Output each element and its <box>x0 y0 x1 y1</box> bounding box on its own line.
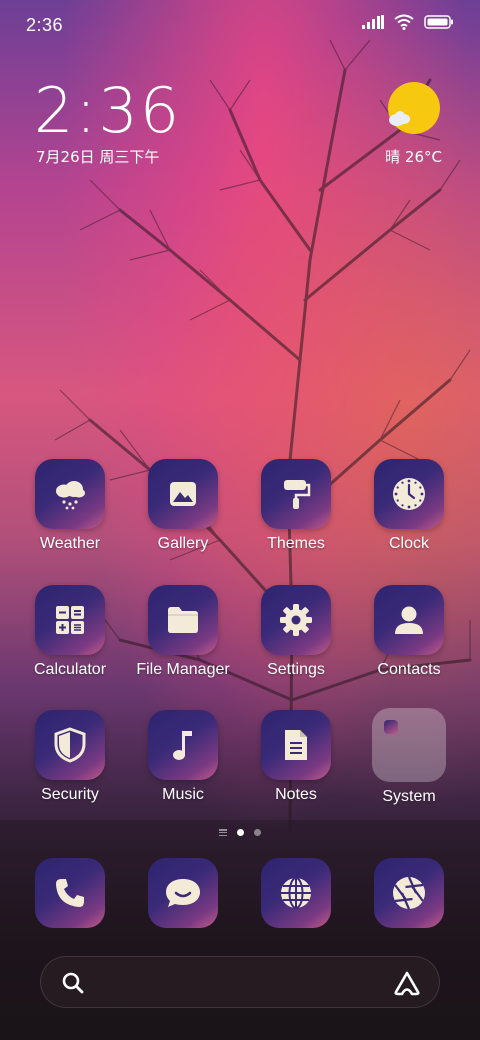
app-notes[interactable]: Notes <box>241 710 351 804</box>
calculator-icon <box>56 606 84 634</box>
shield-icon <box>54 727 86 763</box>
app-label: Music <box>162 786 204 803</box>
app-icon-tile[interactable] <box>374 459 444 529</box>
app-music[interactable]: Music <box>128 710 238 804</box>
app-icon-tile[interactable] <box>148 710 218 780</box>
app-label: Calculator <box>33 661 107 678</box>
page-dot-active <box>237 829 244 836</box>
note-icon <box>285 730 307 760</box>
contact-icon <box>395 606 423 634</box>
folder-mini-app-icon <box>384 720 398 734</box>
dock-browser[interactable] <box>261 858 331 928</box>
app-settings[interactable]: Settings <box>241 585 351 679</box>
app-themes[interactable]: Themes <box>241 459 351 553</box>
folder-icon <box>168 607 198 633</box>
page-dot <box>254 829 261 836</box>
camera-aperture-icon <box>393 876 425 910</box>
app-security[interactable]: Security <box>15 710 125 804</box>
app-icon-tile[interactable] <box>35 585 105 655</box>
app-icon-tile[interactable] <box>261 585 331 655</box>
app-label: Notes <box>275 786 317 803</box>
wifi-icon <box>394 14 414 30</box>
status-time: 2:36 <box>26 15 64 35</box>
gallery-icon <box>170 482 196 506</box>
assistant-icon[interactable] <box>393 970 421 996</box>
weather-widget[interactable] <box>384 82 444 134</box>
battery-icon <box>424 15 453 29</box>
app-icon-tile[interactable] <box>148 585 218 655</box>
app-icon-tile[interactable] <box>374 585 444 655</box>
clock-widget-date[interactable]: 7月26日 周三下午 <box>36 146 159 167</box>
app-clock[interactable]: Clock <box>354 459 464 553</box>
status-bar: 2:36 <box>0 0 480 50</box>
app-label: Gallery <box>157 535 209 552</box>
app-label: System <box>382 788 436 805</box>
weather-widget-text[interactable]: 晴 26°C <box>385 146 442 167</box>
app-icon-tile[interactable] <box>148 459 218 529</box>
app-contacts[interactable]: Contacts <box>354 585 464 679</box>
gear-icon <box>280 604 312 636</box>
app-label: Settings <box>267 661 325 678</box>
message-icon <box>166 879 200 907</box>
home-screen: 2:36 2:36 7月26日 周三下午 晴 26°C Weather Gall… <box>0 0 480 1040</box>
app-label: Contacts <box>377 661 441 678</box>
app-label: File Manager <box>136 661 230 678</box>
app-file-manager[interactable]: File Manager <box>128 585 238 679</box>
status-icons <box>362 14 454 30</box>
app-label: Clock <box>388 535 429 552</box>
dock-camera[interactable] <box>374 858 444 928</box>
page-indicator[interactable] <box>0 829 480 836</box>
dock-messages[interactable] <box>148 858 218 928</box>
folder-group-icon[interactable] <box>372 708 446 782</box>
app-gallery[interactable]: Gallery <box>128 459 238 553</box>
phone-icon <box>56 879 84 907</box>
page-indicator-lines-icon <box>219 829 227 836</box>
app-icon-tile[interactable] <box>261 710 331 780</box>
app-label: Weather <box>39 535 101 552</box>
app-calculator[interactable]: Calculator <box>15 585 125 679</box>
app-folder-system[interactable]: System <box>354 708 464 806</box>
app-label: Security <box>41 786 99 803</box>
clock-widget-time[interactable]: 2:36 <box>34 76 181 146</box>
app-weather[interactable]: Weather <box>15 459 125 553</box>
themes-icon <box>284 480 311 509</box>
clock-icon <box>393 478 425 510</box>
app-label: Themes <box>267 535 325 552</box>
search-icon[interactable] <box>61 971 85 995</box>
music-note-icon <box>173 731 192 760</box>
search-input[interactable] <box>97 957 381 1009</box>
search-bar[interactable] <box>40 956 440 1009</box>
app-icon-tile[interactable] <box>261 459 331 529</box>
dock-phone[interactable] <box>35 858 105 928</box>
globe-icon <box>281 877 311 909</box>
app-icon-tile[interactable] <box>35 710 105 780</box>
weather-icon <box>56 481 85 510</box>
app-icon-tile[interactable] <box>35 459 105 529</box>
sun-cloud-icon <box>388 82 440 134</box>
signal-icon <box>362 15 384 29</box>
